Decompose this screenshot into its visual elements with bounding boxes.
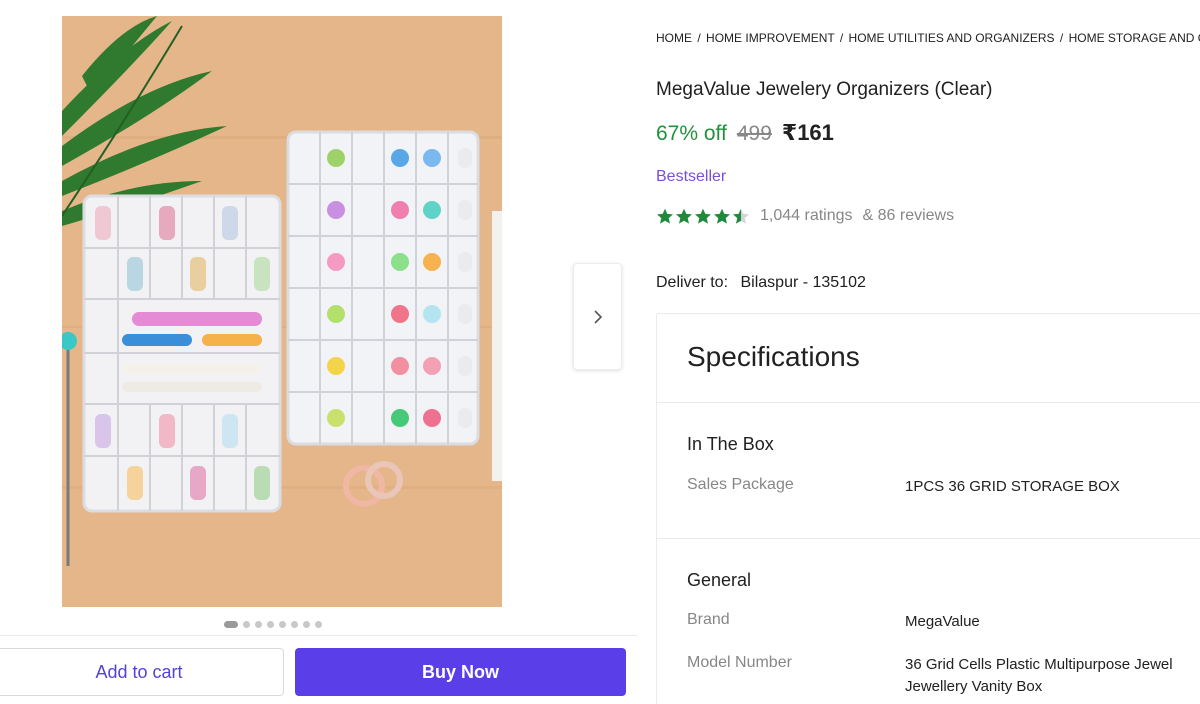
carousel-dot[interactable] — [315, 621, 322, 628]
spec-key: Model Number — [687, 654, 792, 671]
breadcrumb-separator: / — [839, 31, 844, 45]
star-half-icon — [733, 208, 749, 224]
rating-row: 1,044 ratings & 86 reviews — [656, 207, 954, 225]
star-full-icon — [695, 208, 711, 224]
breadcrumb: HOME / HOME IMPROVEMENT / HOME UTILITIES… — [656, 31, 1200, 45]
star-rating — [656, 208, 750, 225]
carousel-dot[interactable] — [291, 621, 298, 628]
star-full-icon — [676, 208, 692, 224]
buy-now-button[interactable]: Buy Now — [295, 648, 626, 696]
specifications-title: Specifications — [687, 341, 860, 372]
spec-key: Sales Package — [687, 476, 794, 493]
bestseller-badge: Bestseller — [656, 168, 727, 185]
deliver-pincode: Bilaspur - 135102 — [740, 274, 866, 291]
specifications-card: Specifications In The Box Sales Package … — [656, 313, 1200, 704]
carousel-dot[interactable] — [303, 621, 310, 628]
divider — [657, 538, 1200, 539]
reviews-count[interactable]: & 86 reviews — [863, 207, 955, 225]
carousel-dot[interactable] — [224, 621, 238, 628]
spec-value: 36 Grid Cells Plastic Multipurpose Jewel — [905, 656, 1173, 673]
carousel-dot[interactable] — [279, 621, 286, 628]
original-price: 499 — [736, 122, 772, 145]
deliver-label: Deliver to: — [656, 274, 729, 291]
breadcrumb-separator: / — [1059, 31, 1064, 45]
product-title: MegaValue Jewelery Organizers (Clear) — [656, 79, 993, 100]
spec-section-heading: In The Box — [687, 434, 774, 454]
spec-key: Brand — [687, 611, 730, 628]
carousel-dot[interactable] — [243, 621, 250, 628]
breadcrumb-home-improvement[interactable]: HOME IMPROVEMENT — [706, 31, 834, 45]
price-row: 67% off 499 ₹161 — [656, 120, 834, 146]
spec-value: 1PCS 36 GRID STORAGE BOX — [905, 478, 1120, 495]
delivery-location[interactable]: Deliver to: Bilaspur - 135102 — [656, 274, 866, 292]
breadcrumb-home-utilities[interactable]: HOME UTILITIES AND ORGANIZERS — [849, 31, 1055, 45]
product-photo — [62, 16, 502, 607]
add-to-cart-button[interactable]: Add to cart — [0, 648, 284, 696]
image-carousel-dots — [224, 621, 322, 628]
ratings-count[interactable]: 1,044 ratings — [760, 207, 853, 225]
breadcrumb-home[interactable]: HOME — [656, 31, 692, 45]
breadcrumb-separator: / — [697, 31, 701, 45]
divider — [657, 402, 1200, 403]
carousel-dot[interactable] — [255, 621, 262, 628]
discount-percent: 67% off — [656, 122, 727, 145]
spec-value-continued: Jewellery Vanity Box — [905, 678, 1043, 695]
breadcrumb-home-storage[interactable]: HOME STORAGE AND O — [1069, 31, 1200, 45]
spec-section-heading: General — [687, 570, 752, 590]
selling-price: ₹161 — [781, 120, 834, 145]
carousel-dot[interactable] — [267, 621, 274, 628]
chevron-right-icon — [593, 309, 602, 324]
spec-value: MegaValue — [905, 613, 980, 630]
next-image-button[interactable] — [573, 263, 622, 370]
product-image[interactable] — [62, 16, 502, 607]
star-full-icon — [657, 208, 673, 224]
star-full-icon — [714, 208, 730, 224]
